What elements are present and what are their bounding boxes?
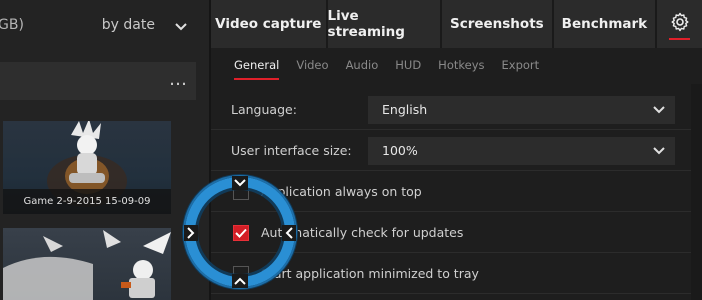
- capture-library-panel: GB) by date … Game 2-9-2015 15-09-09: [0, 0, 209, 300]
- start-minimized-checkbox[interactable]: [233, 265, 249, 282]
- start-minimized-label: Start application minimized to tray: [261, 266, 479, 281]
- subtab-video[interactable]: Video: [296, 58, 328, 74]
- tab-video-capture[interactable]: Video capture: [211, 0, 326, 48]
- more-options-button[interactable]: …: [169, 68, 188, 92]
- language-value: English: [382, 102, 428, 117]
- library-toolbar: …: [0, 62, 196, 100]
- active-tab-indicator: [669, 38, 691, 40]
- subtab-hotkeys[interactable]: Hotkeys: [438, 58, 484, 74]
- check-updates-checkbox[interactable]: [233, 224, 249, 241]
- language-select[interactable]: English: [368, 95, 675, 124]
- language-label: Language:: [231, 102, 297, 117]
- library-header: GB) by date: [0, 0, 209, 50]
- chevron-down-icon: [653, 143, 665, 158]
- ui-size-label: User interface size:: [231, 143, 352, 158]
- check-updates-row[interactable]: Automatically check for updates: [211, 213, 691, 253]
- always-on-top-checkbox[interactable]: [233, 183, 249, 200]
- chevron-down-icon: [175, 16, 187, 35]
- subtab-audio[interactable]: Audio: [346, 58, 379, 74]
- tab-benchmark[interactable]: Benchmark: [553, 0, 656, 48]
- storage-info: GB): [0, 17, 24, 33]
- subtab-hud[interactable]: HUD: [395, 58, 421, 74]
- sort-dropdown[interactable]: by date: [102, 16, 187, 35]
- tab-live-streaming[interactable]: Live streaming: [327, 0, 441, 48]
- gear-icon: [670, 12, 690, 36]
- always-on-top-row[interactable]: Application always on top: [211, 172, 691, 212]
- ui-size-value: 100%: [382, 143, 418, 158]
- checkmark-icon: [235, 228, 247, 238]
- settings-panel: Video capture Live streaming Screenshots…: [211, 0, 702, 300]
- start-minimized-row[interactable]: Start application minimized to tray: [211, 254, 691, 294]
- main-tabs: Video capture Live streaming Screenshots…: [211, 0, 702, 48]
- settings-subtabs: General Video Audio HUD Hotkeys Export: [211, 48, 702, 84]
- subtab-export[interactable]: Export: [502, 58, 540, 74]
- tab-screenshots[interactable]: Screenshots: [442, 0, 552, 48]
- capture-thumbnail[interactable]: [3, 228, 171, 300]
- tab-settings[interactable]: [657, 0, 702, 48]
- sort-label: by date: [101, 17, 155, 33]
- thumbnail-caption: Game 2-9-2015 15-09-09: [3, 189, 171, 214]
- chevron-down-icon: [653, 102, 665, 117]
- scrollbar-track[interactable]: [691, 84, 702, 300]
- language-row: Language: English: [211, 90, 691, 130]
- subtab-general[interactable]: General: [234, 58, 280, 80]
- capture-thumbnail[interactable]: Game 2-9-2015 15-09-09: [3, 121, 171, 214]
- ui-size-row: User interface size: 100%: [211, 131, 691, 171]
- ui-size-select[interactable]: 100%: [368, 136, 675, 165]
- game-scene-image: [3, 230, 171, 300]
